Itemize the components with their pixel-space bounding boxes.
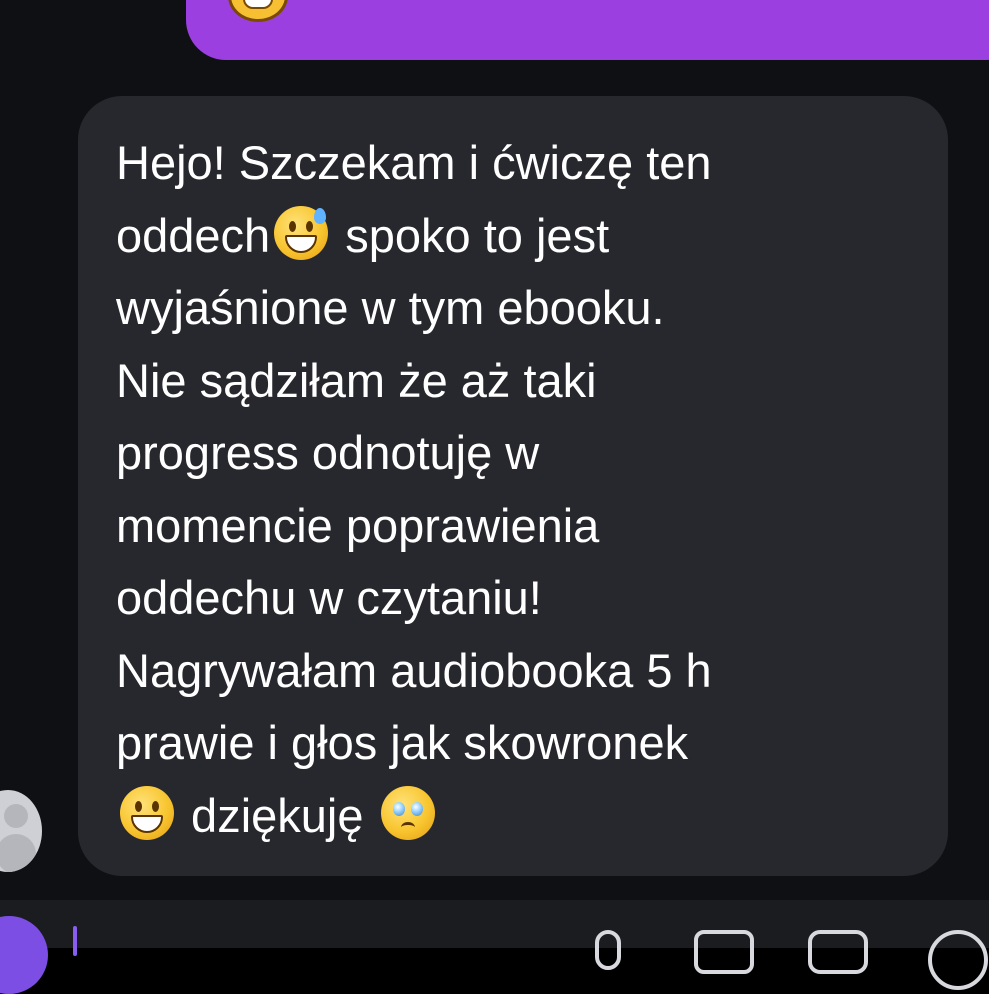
message-line: wyjaśnione w tym ebooku. [116, 281, 665, 334]
emoji-icon[interactable] [928, 930, 988, 990]
outgoing-message-bubble[interactable] [186, 0, 989, 60]
message-line: prawie i głos jak skowronek [116, 716, 689, 769]
grinning-sweat-icon [274, 205, 329, 260]
grinning-face-icon [120, 785, 174, 840]
message-line: progress odnotuję w [116, 426, 540, 479]
message-line: oddechu w czytaniu! [116, 571, 542, 624]
incoming-message-text: Hejo! Szczekam i ćwiczę ten oddech spoko… [116, 127, 916, 852]
sticker-icon[interactable] [808, 930, 868, 974]
message-fragment: spoko to jest [332, 208, 610, 262]
pleading-face-icon [380, 785, 435, 840]
message-fragment: oddech [116, 208, 271, 262]
message-line: oddech spoko to jest [116, 200, 916, 273]
mic-icon[interactable] [595, 930, 621, 970]
text-cursor [73, 926, 77, 956]
message-line: Nie sądziłam że aż taki [116, 353, 597, 407]
message-line: Hejo! Szczekam i ćwiczę ten [116, 136, 712, 189]
message-line: Nagrywałam audiobooka 5 h [116, 643, 712, 697]
message-line: dziękuję [116, 780, 916, 853]
message-fragment: dziękuję [178, 788, 377, 842]
image-icon[interactable] [694, 930, 754, 974]
message-line: momencie poprawienia [116, 498, 600, 552]
